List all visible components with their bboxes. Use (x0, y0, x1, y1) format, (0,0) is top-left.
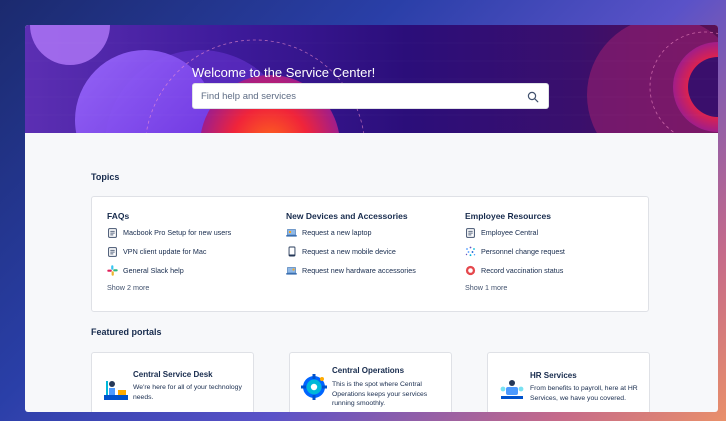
column-title: Employee Resources (465, 211, 551, 221)
laptop-icon (286, 227, 297, 238)
list-item-label: Personnel change request (481, 247, 565, 256)
list-item[interactable]: Macbook Pro Setup for new users (107, 223, 277, 242)
portal-title: HR Services (530, 371, 577, 380)
list-item[interactable]: General Slack help (107, 261, 277, 280)
mobile-icon (286, 246, 297, 257)
list-item-label: Record vaccination status (481, 266, 564, 275)
list-item[interactable]: VPN client update for Mac (107, 242, 277, 261)
search-icon[interactable] (527, 91, 539, 103)
list-item[interactable]: Request new hardware accessories (286, 261, 456, 280)
service-desk-icon (104, 381, 128, 400)
portal-description: We're here for all of your technology ne… (133, 384, 242, 401)
document-icon (107, 227, 118, 238)
list-item-label: Employee Central (481, 228, 539, 237)
portal-card-central-operations[interactable]: Central Operations This is the spot wher… (289, 352, 452, 412)
hero-banner: Welcome to the Service Center! (25, 25, 718, 133)
topics-column-employee: Employee Resources Employee Central Pers… (465, 211, 635, 292)
featured-portals-heading: Featured portals (91, 327, 162, 337)
column-title: FAQs (107, 211, 130, 221)
document-icon (107, 246, 118, 257)
search-input[interactable] (201, 88, 521, 105)
list-item-label: General Slack help (123, 266, 184, 275)
operations-icon (301, 374, 327, 400)
show-more-link[interactable]: Show 2 more (107, 283, 277, 292)
service-center-window: Welcome to the Service Center! Topics FA… (25, 25, 718, 412)
list-item-label: Request a new laptop (302, 228, 372, 237)
show-more-link[interactable]: Show 1 more (465, 283, 635, 292)
topics-column-faqs: FAQs Macbook Pro Setup for new users VPN… (107, 211, 277, 292)
portal-title: Central Operations (332, 366, 405, 375)
hr-services-icon (500, 380, 524, 399)
portal-description: From benefits to payroll, here at HR Ser… (530, 385, 638, 402)
portal-title: Central Service Desk (133, 370, 213, 379)
hardware-icon (286, 265, 297, 276)
list-item[interactable]: Record vaccination status (465, 261, 635, 280)
portal-card-central-service-desk[interactable]: Central Service Desk We're here for all … (91, 352, 254, 412)
list-item-label: Request a new mobile device (302, 247, 396, 256)
topics-column-devices: New Devices and Accessories Request a ne… (286, 211, 456, 280)
column-title: New Devices and Accessories (286, 211, 408, 221)
topics-card: FAQs Macbook Pro Setup for new users VPN… (91, 196, 649, 312)
list-item-label: Request new hardware accessories (302, 266, 416, 275)
portal-card-hr-services[interactable]: HR Services From benefits to payroll, he… (487, 352, 650, 412)
slack-icon (107, 265, 118, 276)
list-item[interactable]: Request a new laptop (286, 223, 456, 242)
document-icon (465, 227, 476, 238)
list-item-label: VPN client update for Mac (123, 247, 207, 256)
list-item-label: Macbook Pro Setup for new users (123, 228, 232, 237)
sparkle-icon (465, 246, 476, 257)
list-item[interactable]: Personnel change request (465, 242, 635, 261)
record-icon (465, 265, 476, 276)
list-item[interactable]: Request a new mobile device (286, 242, 456, 261)
list-item[interactable]: Employee Central (465, 223, 635, 242)
search-box[interactable] (192, 83, 549, 109)
hero-title: Welcome to the Service Center! (192, 65, 376, 80)
portal-description: This is the spot where Central Operation… (332, 381, 428, 407)
topics-heading: Topics (91, 172, 120, 182)
